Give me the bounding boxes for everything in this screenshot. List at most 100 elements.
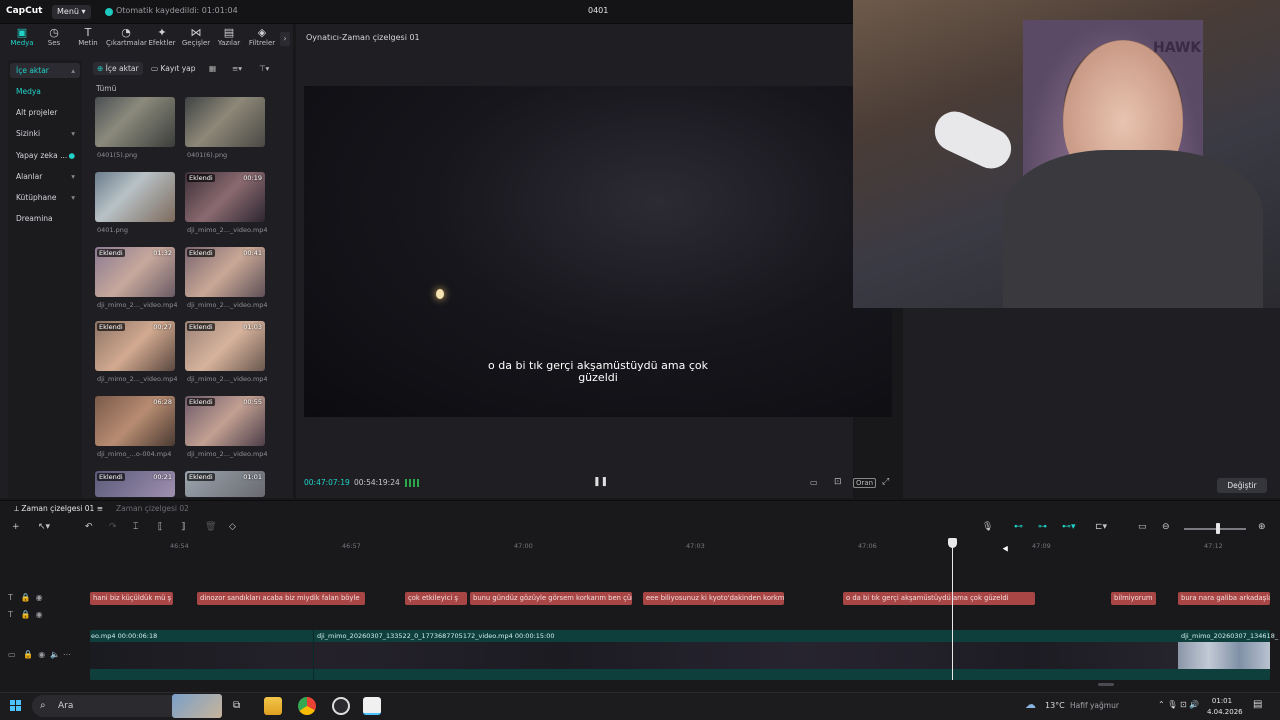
category-dreamina[interactable]: Dreamina [10,211,80,226]
task-view-icon[interactable]: ⧉ [233,700,240,711]
timeline-scrollbar[interactable] [1098,683,1114,686]
media-thumb[interactable] [185,97,265,147]
media-thumb[interactable]: Eklendi 00:21 [95,471,175,497]
notification-icon[interactable]: ▤ [1253,699,1262,710]
zoom-in-icon[interactable]: ⊕ [1258,522,1266,532]
ratio-button[interactable]: Oran [853,478,877,488]
category-subprojects[interactable]: Alt projeler [10,105,80,120]
time-ruler[interactable] [90,540,1280,552]
media-thumb[interactable]: Eklendi 01:32 [95,247,175,297]
subtitle-clip[interactable]: bilmiyorum [1111,592,1156,605]
lock-icon[interactable]: 🔒 [21,610,31,619]
select-tool-icon[interactable]: ↖▾ [38,522,50,532]
link-main-track-icon[interactable]: ⊷ [1014,522,1023,532]
fullscreen-preview-icon[interactable]: ▭ [810,478,818,487]
category-ai[interactable]: Yapay zeka ... ● [10,148,80,163]
tab-timeline-01[interactable]: ⟂ Zaman çizelgesi 01 ≡ [14,504,103,514]
record-button[interactable]: ▭ Kayıt yap [147,62,200,75]
playhead[interactable] [952,540,953,680]
tab-effects[interactable]: ✦ Efektler [146,26,178,47]
subtitle-clip[interactable]: çok etkileyici ş [405,592,467,605]
sort-icon[interactable]: ≡▾ [228,62,246,75]
tab-filters[interactable]: ◈ Filtreler [246,26,278,47]
crop-icon[interactable]: ⊡ [834,477,842,487]
add-track-icon[interactable]: + [12,522,20,532]
preview-axis-icon[interactable]: ⊏▾ [1095,522,1107,532]
obs-icon[interactable] [332,697,350,715]
ruler-tick: 47:00 [514,542,533,550]
media-thumb[interactable]: Eklendi 01:03 [185,321,265,371]
file-explorer-icon[interactable] [264,697,282,715]
media-thumb[interactable]: Eklendi 00:19 [185,172,265,222]
tab-stickers[interactable]: ◔ Çıkartmalar [106,26,147,47]
grid-view-icon[interactable]: ▦ [205,62,220,75]
chevron-up-icon: ▴ [71,66,75,75]
category-library[interactable]: Kütüphane ▾ [10,190,80,205]
tab-timeline-02[interactable]: Zaman çizelgesi 02 [116,504,189,513]
tab-media[interactable]: ▣ Medya [6,26,38,47]
undo-icon[interactable]: ↶ [85,522,93,532]
fullscreen-icon[interactable]: ⤢ [882,477,889,487]
chrome-icon[interactable] [298,697,316,715]
capcut-taskbar-icon[interactable] [363,697,381,715]
trim-right-icon[interactable]: ⟧ [181,522,185,532]
category-yours[interactable]: Sizinki ▾ [10,126,80,141]
subtitle-clip[interactable]: hani biz küçüldük mü ş [90,592,173,605]
category-label: Alt projeler [16,108,58,117]
tab-text[interactable]: T Metin [72,26,104,47]
taskbar-clock[interactable]: 01:01 4.04.2026 [1207,696,1243,718]
media-thumb[interactable]: Eklendi 00:41 [185,247,265,297]
category-label: Dreamina [16,214,53,223]
tab-captions[interactable]: ▤ Yazılar [213,26,245,47]
media-thumb[interactable] [95,97,175,147]
subtitle-clip-text: o da bi tık gerçi akşamüstüydü ama çok g… [846,594,1009,602]
chevron-right-icon[interactable]: › [280,32,290,46]
lock-icon[interactable]: 🔒 [21,593,31,602]
linkage-icon[interactable]: ⊷▾ [1062,522,1076,532]
subtitle-clip[interactable]: bura nara galiba arkadaşla [1178,592,1270,605]
subtitle-clip[interactable]: bunu gündüz gözüyle görsem korkarım ben … [470,592,632,605]
caption-toggle-icon[interactable]: ▭ [1138,522,1147,532]
tab-transitions[interactable]: ⋈ Geçişler [180,26,212,47]
zoom-slider-handle[interactable] [1216,523,1220,534]
subtitle-clip-text: bilmiyorum [1114,594,1153,602]
more-icon[interactable]: ⋯ [63,650,71,659]
subtitle-clip[interactable]: eee biliyosunuz ki kyoto'dakinden korkmu [643,592,784,605]
zoom-slider[interactable] [1184,528,1246,530]
marker-icon[interactable]: ◇ [229,522,236,532]
menu-icon: ≡ [96,504,103,513]
magnet-icon[interactable]: ⊶ [1038,522,1047,532]
playhead-handle[interactable] [948,538,957,548]
change-button[interactable]: Değiştir [1217,478,1267,493]
volume-icon[interactable]: 🔈 [50,650,60,659]
menu-button[interactable]: Menü ▾ [52,5,91,19]
media-thumb[interactable]: Eklendi 00:55 [185,396,265,446]
media-thumb[interactable] [95,172,175,222]
tab-label: Zaman çizelgesi 01 [21,504,95,513]
tab-audio[interactable]: ◷ Ses [38,26,70,47]
eye-icon[interactable]: ◉ [38,650,45,659]
subtitle-clip[interactable]: o da bi tık gerçi akşamüstüydü ama çok g… [843,592,1035,605]
media-thumb[interactable]: Eklendi 00:27 [95,321,175,371]
zoom-out-icon[interactable]: ⊖ [1162,522,1170,532]
microphone-icon[interactable]: 🎙 [982,522,993,532]
import-button[interactable]: ⊕ İçe aktar [93,62,143,75]
media-thumb[interactable]: Eklendi 01:01 [185,471,265,497]
pause-icon[interactable]: ❚❚ [593,477,608,487]
category-spaces[interactable]: Alanlar ▾ [10,169,80,184]
eye-icon[interactable]: ◉ [36,593,43,602]
split-icon[interactable]: ⌶ [133,522,138,532]
filter-all[interactable]: Tümü [96,84,116,93]
lock-icon[interactable]: 🔒 [23,650,33,659]
filter-sort-icon[interactable]: ⊤▾ [255,62,273,75]
tray-icons[interactable]: ⌃ 🎙 ⊡ 🔊 [1158,700,1199,709]
media-thumb[interactable]: 06:28 [95,396,175,446]
category-import[interactable]: İçe aktar ▴ [10,63,80,78]
player-title: Oynatıcı-Zaman çizelgesi 01 [306,33,420,42]
media-name: dji_mimo_2..._video.mp4 [97,375,177,383]
eye-icon[interactable]: ◉ [36,610,43,619]
category-media[interactable]: Medya [10,84,80,99]
trim-left-icon[interactable]: ⟦ [158,522,162,532]
subtitle-clip[interactable]: dinozor sandıkları acaba biz miydik fala… [197,592,365,605]
windows-start-icon[interactable] [10,700,22,712]
